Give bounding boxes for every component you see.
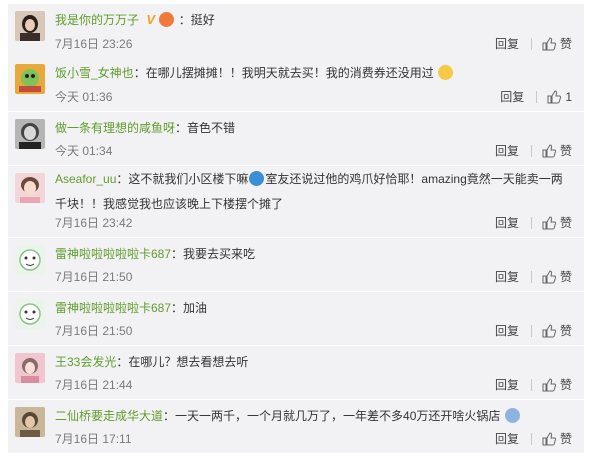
comment-card: 做一条有理想的咸鱼呀：音色不错 今天 01:34 回复 赞 xyxy=(8,112,584,165)
avatar[interactable] xyxy=(15,407,45,437)
comment-card: 雷神啦啦啦啦啦卡687：加油 7月16日 21:50 回复 赞 xyxy=(8,292,584,345)
comment-time: 7月16日 21:50 xyxy=(55,270,133,284)
comment-content: 雷神啦啦啦啦啦卡687：我要去买来吃 xyxy=(55,247,256,261)
comment-actions: 回复 赞 xyxy=(495,323,572,339)
comment-actions: 回复 赞 xyxy=(495,377,572,393)
reply-button[interactable]: 回复 xyxy=(495,36,519,52)
like-button[interactable]: 赞 xyxy=(560,269,572,285)
comment-text: 这不就我们小区楼下嘛 xyxy=(128,172,249,186)
comment-text: 加油 xyxy=(183,301,208,315)
like-button[interactable]: 赞 xyxy=(560,377,572,393)
reply-button[interactable]: 回复 xyxy=(495,143,519,159)
username-link[interactable]: 二仙桥要走成华大道 xyxy=(55,409,163,423)
divider xyxy=(530,145,532,157)
like-button[interactable]: 赞 xyxy=(560,143,572,159)
avatar[interactable] xyxy=(15,173,45,203)
thumbs-up-icon[interactable] xyxy=(542,216,556,230)
thumbs-up-icon[interactable] xyxy=(542,144,556,158)
comment-content: 二仙桥要走成华大道：一天一两千，一个月就几万了，一年差不多40万还开啥火锅店 xyxy=(55,406,574,426)
comment-time: 7月16日 23:42 xyxy=(55,216,133,230)
comment-card: 饭小雪_女神也：在哪儿摆摊摊！！我明天就去买！我的消费券还没用过 今天 01:3… xyxy=(8,57,584,111)
avatar[interactable] xyxy=(15,119,45,149)
thumbs-up-icon[interactable] xyxy=(542,324,556,338)
username-link[interactable]: 雷神啦啦啦啦啦卡687 xyxy=(55,301,171,315)
divider xyxy=(530,217,532,229)
username-link[interactable]: Aseafor_uu xyxy=(55,172,116,186)
comment-time: 7月16日 21:50 xyxy=(55,324,133,338)
comment-content: 饭小雪_女神也：在哪儿摆摊摊！！我明天就去买！我的消费券还没用过 xyxy=(55,63,574,83)
thumbs-up-icon[interactable] xyxy=(542,37,556,51)
username-link[interactable]: 雷神啦啦啦啦啦卡687 xyxy=(55,247,171,261)
avatar[interactable] xyxy=(15,11,45,41)
username-link[interactable]: 饭小雪_女神也 xyxy=(55,66,134,80)
reply-button[interactable]: 回复 xyxy=(495,377,519,393)
like-button[interactable]: 赞 xyxy=(560,431,572,447)
comment-text: 挺好 xyxy=(190,13,215,27)
comment-content: 雷神啦啦啦啦啦卡687：加油 xyxy=(55,301,208,315)
thumbs-up-icon[interactable] xyxy=(542,378,556,392)
reply-button[interactable]: 回复 xyxy=(500,89,524,105)
thumbs-up-icon[interactable] xyxy=(542,432,556,446)
comment-content: 我是你的万万子 V ：挺好 xyxy=(55,10,574,30)
comment-actions: 回复 赞 xyxy=(495,143,572,159)
comment-text: 我要去买来吃 xyxy=(183,247,256,261)
comment-time: 7月16日 21:44 xyxy=(55,378,133,392)
divider xyxy=(530,325,532,337)
comment-card: 王33会发光：在哪儿？想去看想去听 7月16日 21:44 回复 赞 xyxy=(8,346,584,399)
comment-card: 二仙桥要走成华大道：一天一两千，一个月就几万了，一年差不多40万还开啥火锅店 7… xyxy=(8,400,584,453)
comment-time: 今天 01:36 xyxy=(55,90,113,104)
like-button[interactable]: 赞 xyxy=(560,323,572,339)
badge-icon xyxy=(159,12,175,27)
avatar[interactable] xyxy=(15,245,45,275)
divider xyxy=(530,433,532,445)
like-count[interactable]: 1 xyxy=(565,89,572,105)
comment-content: 王33会发光：在哪儿？想去看想去听 xyxy=(55,355,249,369)
comment-content: Aseafor_uu：这不就我们小区楼下嘛 室友还说过他的鸡爪好恰耶！amazin… xyxy=(55,171,563,211)
comment-time: 今天 01:34 xyxy=(55,144,113,158)
username-link[interactable]: 我是你的万万子 xyxy=(55,13,139,27)
like-button[interactable]: 赞 xyxy=(560,36,572,52)
comment-actions: 回复 赞 xyxy=(495,431,572,447)
reply-button[interactable]: 回复 xyxy=(495,323,519,339)
reply-button[interactable]: 回复 xyxy=(495,215,519,231)
comment-time: 7月16日 23:26 xyxy=(55,37,133,51)
verified-badge-icon: V xyxy=(146,12,156,27)
comment-actions: 回复 赞 xyxy=(495,36,572,52)
reply-button[interactable]: 回复 xyxy=(495,431,519,447)
divider xyxy=(530,379,532,391)
doraemon-emoji-icon xyxy=(249,171,265,186)
username-link[interactable]: 做一条有理想的咸鱼呀 xyxy=(55,121,175,135)
divider xyxy=(530,271,532,283)
username-link[interactable]: 王33会发光 xyxy=(55,355,116,369)
comment-text: 一天一两千，一个月就几万了，一年差不多40万还开啥火锅店 xyxy=(175,409,501,423)
comment-text: 在哪儿摆摊摊！！我明天就去买！我的消费券还没用过 xyxy=(145,66,434,80)
comment-card: Aseafor_uu：这不就我们小区楼下嘛 室友还说过他的鸡爪好恰耶！amazin… xyxy=(8,166,584,237)
comment-content: 做一条有理想的咸鱼呀：音色不错 xyxy=(55,121,236,135)
avatar[interactable] xyxy=(15,299,45,329)
comment-actions: 回复 赞 xyxy=(495,215,572,231)
crying-emoji-icon xyxy=(504,408,520,423)
laughing-emoji-icon xyxy=(438,65,454,80)
avatar[interactable] xyxy=(15,64,45,94)
thumbs-up-icon[interactable] xyxy=(542,270,556,284)
comment-text: 在哪儿？想去看想去听 xyxy=(128,355,249,369)
like-button[interactable]: 赞 xyxy=(560,215,572,231)
comment-actions: 回复 1 xyxy=(500,89,572,105)
comment-time: 7月16日 17:11 xyxy=(55,432,132,446)
comment-text: 音色不错 xyxy=(187,121,236,135)
divider xyxy=(530,38,532,50)
reply-button[interactable]: 回复 xyxy=(495,269,519,285)
comment-actions: 回复 赞 xyxy=(495,269,572,285)
comment-card: 我是你的万万子 V ：挺好 7月16日 23:26 回复 赞 xyxy=(8,4,584,58)
comment-card: 雷神啦啦啦啦啦卡687：我要去买来吃 7月16日 21:50 回复 赞 xyxy=(8,238,584,291)
avatar[interactable] xyxy=(15,353,45,383)
thumbs-up-icon[interactable] xyxy=(547,90,562,104)
divider xyxy=(536,91,538,103)
